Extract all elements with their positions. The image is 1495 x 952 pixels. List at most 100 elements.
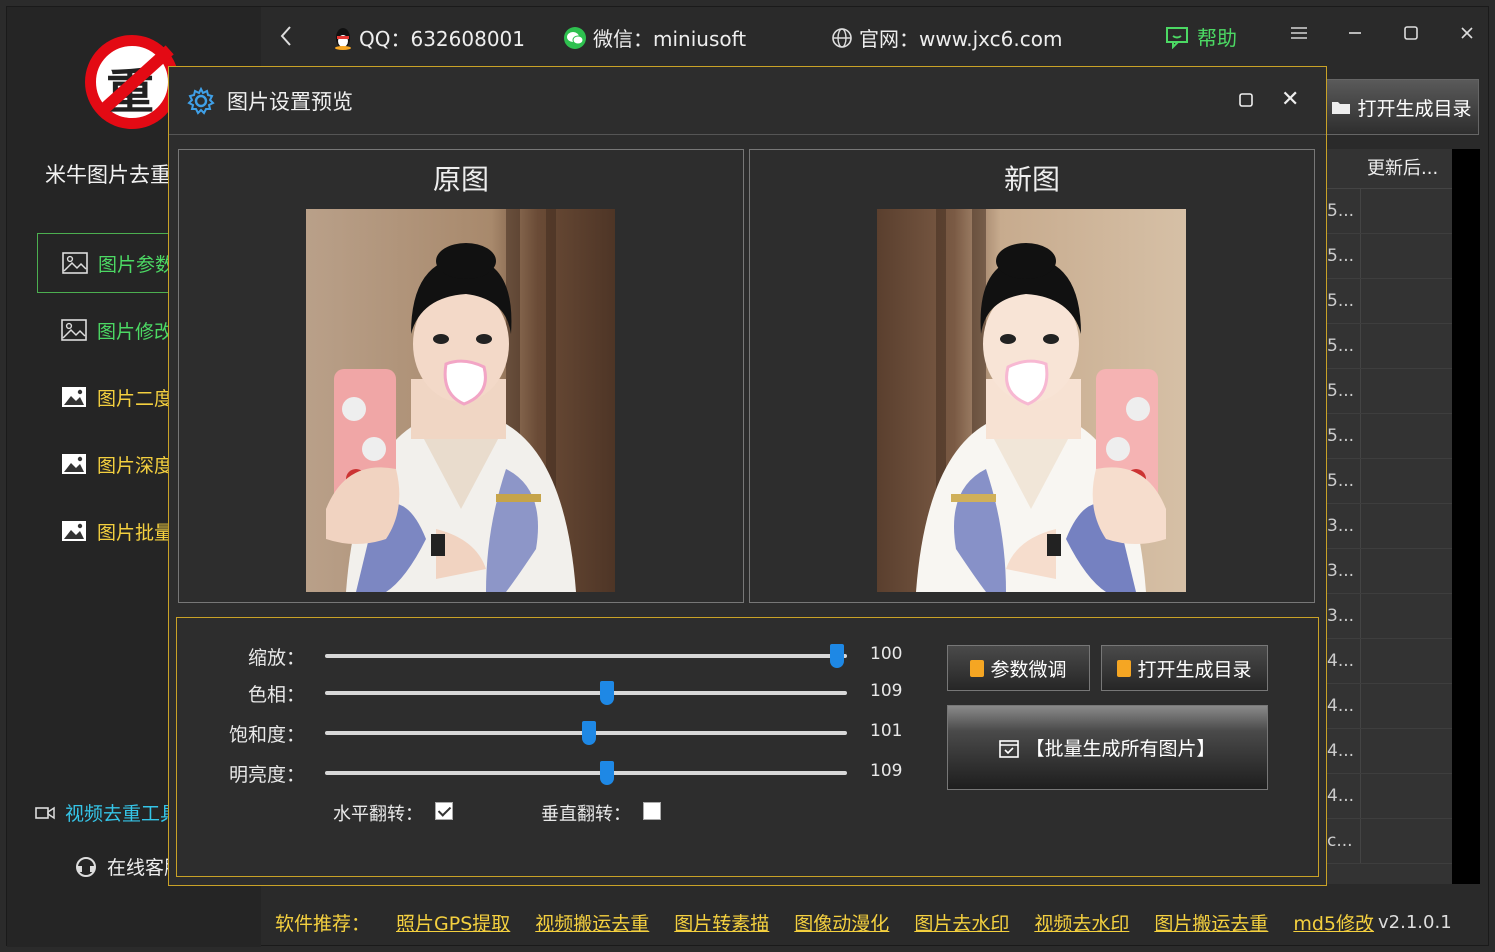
version-label: v2.1.0.1 (1378, 911, 1452, 933)
document-icon (1117, 659, 1132, 677)
brightness-slider-thumb[interactable] (599, 761, 614, 785)
image-preview-dialog: 图片设置预览 ✕ 原图 新图 缩放： 100 色相： 109 饱和度： 101 … (168, 66, 1327, 886)
recommend-label: 软件推荐： (275, 912, 371, 935)
flip-vertical-label: 垂直翻转： (541, 804, 631, 825)
open-output-dir-label: 打开生成目录 (1357, 97, 1472, 120)
scale-value: 100 (870, 644, 903, 664)
table-cell: c... (1327, 819, 1361, 863)
table-cell: 4... (1327, 684, 1361, 728)
table-cell: 5... (1327, 324, 1361, 368)
open-output-dir-button[interactable]: 打开生成目录 (1324, 79, 1479, 135)
open-dir-button[interactable]: 打开生成目录 (1101, 645, 1268, 691)
title-bar: QQ：632608001 微信：miniusoft 官网：www.jxc6.co… (261, 7, 1490, 67)
document-icon (970, 659, 985, 677)
saturation-value: 101 (870, 721, 903, 741)
scrollbar-track[interactable] (1452, 149, 1480, 884)
brightness-value: 109 (870, 761, 903, 781)
sidebar-item-video-dedup[interactable]: 视频去重工具 (35, 799, 179, 826)
help-button[interactable]: 帮助 (1165, 22, 1237, 51)
footer-recommendations: 软件推荐： 照片GPS提取 视频搬运去重 图片转素描 图像动漫化 图片去水印 视… (261, 902, 1490, 942)
settings-panel: 缩放： 100 色相： 109 饱和度： 101 明亮度： 109 水平翻转： … (176, 617, 1319, 877)
app-logo: 重 (85, 35, 179, 129)
folder-icon (1332, 102, 1351, 114)
table-cell: 5... (1327, 279, 1361, 323)
link-gps-extract[interactable]: 照片GPS提取 (396, 909, 510, 936)
new-caption: 新图 (1003, 163, 1060, 196)
batch-generate-label: 【批量生成所有图片】 (1025, 738, 1216, 760)
original-preview: 原图 (178, 149, 744, 603)
fine-tune-button[interactable]: 参数微调 (947, 645, 1090, 691)
table-cell: 5... (1327, 459, 1361, 503)
sidebar-item-label: 图片参数 (98, 253, 175, 276)
scale-label: 缩放： (247, 647, 305, 669)
link-image-move-dedup[interactable]: 图片搬运去重 (1154, 909, 1268, 936)
brightness-slider[interactable] (325, 761, 847, 785)
website-url: 官网：www.jxc6.com (859, 27, 1063, 51)
flip-horizontal-checkbox[interactable] (435, 802, 453, 820)
brightness-label: 明亮度： (228, 764, 305, 786)
table-cell: 5... (1327, 234, 1361, 278)
dialog-title: 图片设置预览 (227, 89, 353, 114)
table-cell: 4... (1327, 774, 1361, 818)
hue-value: 109 (870, 681, 903, 701)
link-image-sketch[interactable]: 图片转素描 (674, 909, 769, 936)
fine-tune-label: 参数微调 (990, 658, 1067, 681)
dialog-title-bar: 图片设置预览 ✕ (169, 67, 1326, 135)
saturation-slider[interactable] (325, 721, 847, 745)
hue-slider-thumb[interactable] (599, 681, 614, 705)
batch-generate-button[interactable]: 【批量生成所有图片】 (947, 705, 1268, 790)
table-cell: 3... (1327, 549, 1361, 593)
slider-row-saturation: 饱和度： 101 (177, 718, 917, 748)
link-image-anime[interactable]: 图像动漫化 (794, 909, 889, 936)
table-cell: 5... (1327, 189, 1361, 233)
maximize-button[interactable] (1399, 25, 1423, 49)
hue-slider[interactable] (325, 681, 847, 705)
flip-horizontal-label: 水平翻转： (333, 804, 423, 825)
original-image (306, 209, 615, 592)
image-filled-icon (62, 454, 86, 474)
sidebar-item-online-service[interactable]: 在线客服 (75, 853, 183, 880)
link-video-dedup[interactable]: 视频搬运去重 (535, 909, 649, 936)
file-list-panel: 更新后... 5... 5... 5... 5... 5... 5... 5... 3... 3… (1327, 149, 1480, 884)
dialog-maximize-button[interactable] (1235, 89, 1257, 111)
close-button[interactable] (1455, 25, 1479, 49)
sidebar-item-label: 图片深度 (97, 454, 174, 477)
saturation-slider-thumb[interactable] (581, 721, 596, 745)
wechat-contact[interactable]: 微信：miniusoft (563, 23, 746, 52)
new-preview: 新图 (749, 149, 1315, 603)
scale-slider-thumb[interactable] (829, 644, 844, 668)
table-cell: 3... (1327, 504, 1361, 548)
qq-penguin-icon (335, 27, 351, 50)
new-image (877, 209, 1186, 592)
scale-slider[interactable] (325, 644, 847, 668)
calendar-check-icon (999, 739, 1020, 758)
slider-row-hue: 色相： 109 (177, 678, 917, 708)
dialog-close-button[interactable]: ✕ (1281, 87, 1299, 112)
chevron-left-icon (280, 26, 291, 46)
table-cell: 5... (1327, 369, 1361, 413)
link-video-watermark[interactable]: 视频去水印 (1034, 909, 1129, 936)
table-cell: 3... (1327, 594, 1361, 638)
flip-vertical-checkbox[interactable] (643, 802, 661, 820)
app-name: 米牛图片去重 (45, 163, 171, 187)
hue-label: 色相： (247, 684, 305, 706)
link-image-watermark[interactable]: 图片去水印 (914, 909, 1009, 936)
slider-row-scale: 缩放： 100 (177, 641, 917, 671)
gear-icon (187, 86, 215, 115)
video-dedup-label: 视频去重工具 (65, 803, 180, 825)
video-camera-icon (35, 806, 55, 819)
website-link[interactable]: 官网：www.jxc6.com (831, 23, 1062, 52)
back-button[interactable] (279, 25, 293, 47)
menu-icon[interactable] (1287, 25, 1311, 49)
original-caption: 原图 (432, 163, 489, 196)
sidebar-item-label: 图片修改 (97, 320, 174, 343)
help-label: 帮助 (1197, 26, 1237, 50)
headset-icon (76, 856, 96, 877)
table-cell: 4... (1327, 729, 1361, 773)
image-filled-icon (62, 387, 86, 407)
qq-contact[interactable]: QQ：632608001 (333, 23, 525, 52)
table-cell: 5... (1327, 414, 1361, 458)
link-md5-modify[interactable]: md5修改 (1293, 909, 1374, 936)
wechat-icon (564, 26, 586, 49)
minimize-button[interactable] (1343, 25, 1367, 49)
